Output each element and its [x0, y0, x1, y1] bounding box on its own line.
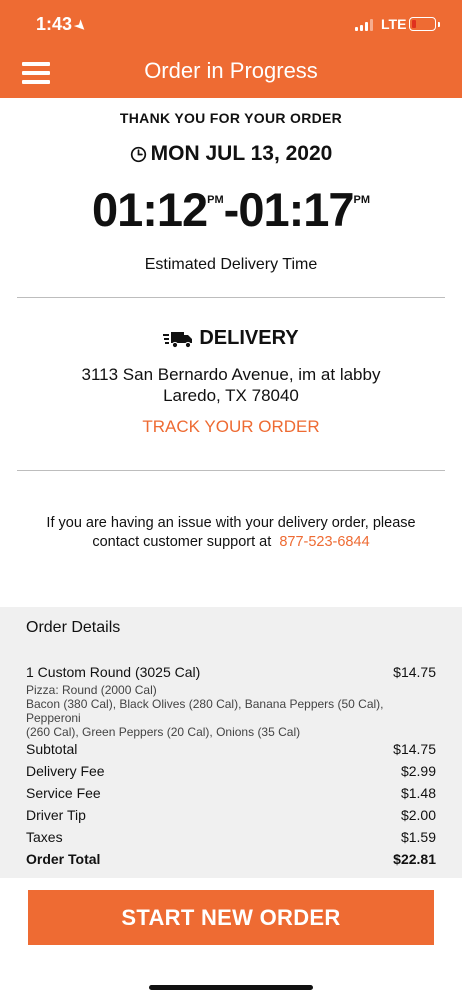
line-value: $14.75	[393, 741, 436, 757]
line-label: Order Total	[26, 851, 101, 867]
time-separator: -	[223, 183, 240, 236]
taxes-row: Taxes $1.59	[26, 829, 436, 845]
time-end: 01:17	[238, 183, 354, 236]
address-line-1: 3113 San Bernardo Avenue, im at labby	[81, 365, 381, 384]
item-desc-line: Bacon (380 Cal), Black Olives (280 Cal),…	[26, 697, 384, 725]
order-details-panel: Order Details 1 Custom Round (3025 Cal) …	[0, 607, 462, 878]
support-line-1: If you are having an issue with your del…	[46, 515, 416, 531]
location-arrow-icon: ➤	[71, 16, 90, 35]
time-start-suffix: PM	[207, 194, 224, 206]
item-desc-line: (260 Cal), Green Peppers (20 Cal), Onion…	[26, 725, 301, 739]
time-end-suffix: PM	[353, 194, 371, 206]
start-new-order-button[interactable]: START NEW ORDER	[28, 890, 434, 945]
support-message: If you are having an issue with your del…	[0, 514, 462, 552]
support-phone-link[interactable]: 877-523-6844	[279, 534, 369, 550]
app-header: 1:43➤ LTE Order in Progress	[0, 0, 462, 98]
line-value: $2.99	[400, 763, 436, 779]
line-label: Driver Tip	[26, 807, 86, 823]
line-label: Delivery Fee	[26, 763, 105, 779]
line-value: $1.59	[400, 829, 436, 845]
line-value: $1.48	[400, 785, 436, 801]
subtotal-row: Subtotal $14.75	[26, 741, 436, 757]
time-start: 01:12	[91, 183, 208, 236]
battery-icon	[409, 17, 440, 31]
delivery-truck-icon	[163, 331, 193, 348]
page-title: Order in Progress	[144, 58, 318, 83]
home-indicator	[149, 985, 313, 990]
divider	[17, 470, 445, 471]
line-label: Service Fee	[26, 785, 101, 801]
item-name: 1 Custom Round (3025 Cal)	[26, 664, 201, 680]
item-desc-line: Pizza: Round (2000 Cal)	[26, 683, 157, 697]
address-line-2: Laredo, TX 78040	[163, 386, 299, 405]
track-order-link[interactable]: TRACK YOUR ORDER	[0, 417, 462, 437]
estimate-label: Estimated Delivery Time	[144, 256, 318, 273]
delivery-heading: DELIVERY	[0, 327, 462, 350]
order-date: MON JUL 13, 2020	[0, 142, 462, 166]
item-description: Pizza: Round (2000 Cal) Bacon (380 Cal),…	[26, 683, 436, 739]
thank-you-heading: THANK YOU FOR YOUR ORDER	[119, 110, 343, 126]
delivery-address: 3113 San Bernardo Avenue, im at labby La…	[0, 364, 462, 406]
order-details-title: Order Details	[26, 619, 121, 636]
network-label: LTE	[381, 16, 407, 32]
clock-icon	[130, 146, 146, 162]
driver-tip-row: Driver Tip $2.00	[26, 807, 436, 823]
support-line-2: contact customer support at	[92, 534, 272, 550]
delivery-fee-row: Delivery Fee $2.99	[26, 763, 436, 779]
line-label: Subtotal	[26, 741, 78, 757]
item-price: $14.75	[393, 664, 436, 680]
date-text: MON JUL 13, 2020	[150, 142, 333, 165]
order-total-row: Order Total $22.81	[26, 851, 436, 867]
signal-icon	[355, 18, 373, 31]
line-label: Taxes	[26, 829, 63, 845]
delivery-time-range: 01:12 PM - 01:17 PM	[0, 184, 462, 236]
order-item: 1 Custom Round (3025 Cal) $14.75	[26, 664, 436, 680]
service-fee-row: Service Fee $1.48	[26, 785, 436, 801]
line-value: $2.00	[400, 807, 436, 823]
delivery-label: DELIVERY	[199, 327, 299, 349]
status-time: 1:43➤	[36, 14, 90, 35]
divider	[17, 297, 445, 298]
line-value: $22.81	[393, 851, 436, 867]
